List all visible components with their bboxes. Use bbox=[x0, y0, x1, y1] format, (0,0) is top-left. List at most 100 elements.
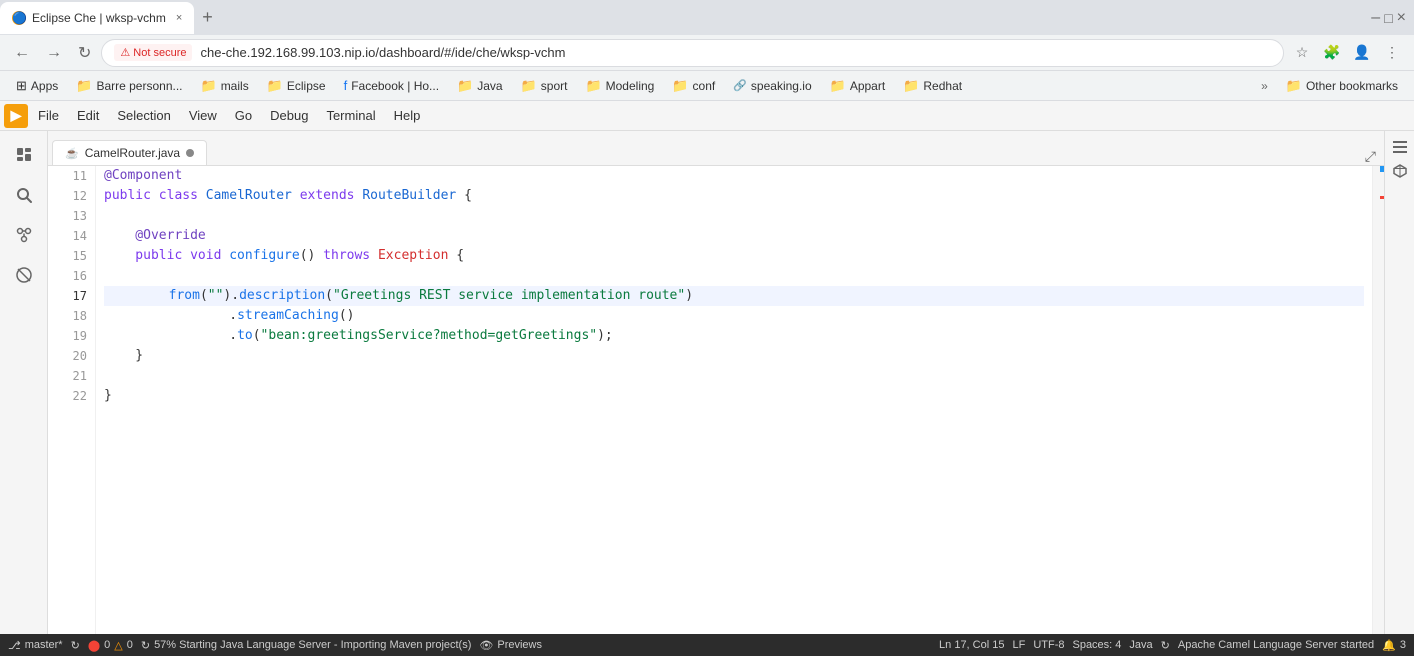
warning-count-label: 0 bbox=[127, 639, 133, 651]
address-bar[interactable]: ⚠ Not secure che-che.192.168.99.103.nip.… bbox=[101, 39, 1284, 67]
editor-tabs: ☕ CamelRouter.java ⤢ bbox=[48, 131, 1384, 166]
charset-indicator[interactable]: UTF-8 bbox=[1033, 639, 1064, 651]
link-icon: 🔗 bbox=[733, 79, 747, 92]
bookmark-conf-label: conf bbox=[693, 79, 716, 93]
folder-icon: 📁 bbox=[585, 78, 601, 94]
git-icon[interactable] bbox=[8, 219, 40, 251]
bookmark-barre[interactable]: 📁 Barre personn... bbox=[68, 75, 190, 97]
star-button[interactable]: ☆ bbox=[1288, 39, 1316, 67]
menu-button[interactable]: ⋮ bbox=[1378, 39, 1406, 67]
bookmark-appart[interactable]: 📁 Appart bbox=[822, 75, 894, 97]
bookmark-sport[interactable]: 📁 sport bbox=[513, 75, 576, 97]
sync-status[interactable]: ↻ bbox=[71, 639, 80, 652]
bookmark-eclipse[interactable]: 📁 Eclipse bbox=[259, 75, 334, 97]
bookmark-apps[interactable]: ⊞ Apps bbox=[8, 75, 66, 97]
line-col-indicator[interactable]: Ln 17, Col 15 bbox=[939, 639, 1004, 651]
other-bookmarks[interactable]: 📁 Other bookmarks bbox=[1278, 75, 1406, 97]
editor-expand-button[interactable]: ⤢ bbox=[1365, 148, 1376, 165]
folder-icon: 📁 bbox=[201, 78, 217, 94]
server-sync: ↻ bbox=[1161, 639, 1170, 652]
bell-icon: 🔔 bbox=[1382, 639, 1396, 652]
bookmark-modeling[interactable]: 📁 Modeling bbox=[577, 75, 662, 97]
other-bookmarks-label: Other bookmarks bbox=[1306, 79, 1398, 93]
explorer-icon[interactable] bbox=[8, 139, 40, 171]
line-ending[interactable]: LF bbox=[1012, 639, 1025, 651]
git-branch-icon: ⎇ bbox=[8, 639, 21, 652]
back-button[interactable]: ← bbox=[8, 40, 36, 66]
status-left: ⎇ master* ↻ ⬤ 0 △ 0 ↻ 57% Starting Java … bbox=[8, 639, 927, 652]
error-count-label: 0 bbox=[104, 639, 110, 651]
git-branch[interactable]: ⎇ master* bbox=[8, 639, 63, 652]
bookmark-facebook[interactable]: f Facebook | Ho... bbox=[336, 75, 447, 96]
language-label: Java bbox=[1129, 639, 1152, 651]
close-window-button[interactable]: × bbox=[1397, 9, 1406, 27]
annotation-component: @Component bbox=[104, 166, 182, 186]
spaces-indicator[interactable]: Spaces: 4 bbox=[1072, 639, 1121, 651]
tab-close-button[interactable]: × bbox=[176, 12, 182, 24]
bookmark-barre-label: Barre personn... bbox=[96, 79, 182, 93]
ide-container: ▶ File Edit Selection View Go Debug Term… bbox=[0, 101, 1414, 634]
bookmark-redhat[interactable]: 📁 Redhat bbox=[895, 75, 970, 97]
menu-edit[interactable]: Edit bbox=[69, 105, 107, 126]
no-plugin-icon[interactable] bbox=[8, 259, 40, 291]
ide-right-sidebar bbox=[1384, 131, 1414, 634]
ide-menu-bar: ▶ File Edit Selection View Go Debug Term… bbox=[0, 101, 1414, 131]
menu-file[interactable]: File bbox=[30, 105, 67, 126]
right-panel-cube-icon[interactable] bbox=[1388, 159, 1412, 183]
git-branch-label: master* bbox=[25, 639, 63, 651]
menu-terminal[interactable]: Terminal bbox=[318, 105, 383, 126]
bookmark-java[interactable]: 📁 Java bbox=[449, 75, 511, 97]
minimize-button[interactable]: – bbox=[1371, 9, 1380, 27]
tab-title: Eclipse Che | wksp-vchm bbox=[32, 11, 166, 25]
warning-icon: △ bbox=[114, 639, 122, 652]
code-line-21 bbox=[104, 366, 1364, 386]
ide-run-indicator[interactable]: ▶ bbox=[4, 104, 28, 128]
right-panel-list-icon[interactable] bbox=[1388, 135, 1412, 159]
folder-icon: 📁 bbox=[903, 78, 919, 94]
scroll-marker-blue bbox=[1380, 166, 1384, 172]
restore-button[interactable]: □ bbox=[1384, 10, 1392, 26]
menu-help[interactable]: Help bbox=[386, 105, 429, 126]
profile-button[interactable]: 👤 bbox=[1348, 39, 1376, 67]
notification-count-label: 3 bbox=[1400, 639, 1406, 651]
code-line-16 bbox=[104, 266, 1364, 286]
new-tab-button[interactable]: + bbox=[194, 7, 221, 28]
bookmark-sport-label: sport bbox=[541, 79, 568, 93]
code-editor[interactable]: @Component public class CamelRouter exte… bbox=[96, 166, 1372, 634]
code-line-11: @Component bbox=[104, 166, 1364, 186]
search-icon[interactable] bbox=[8, 179, 40, 211]
notification-count[interactable]: 🔔 3 bbox=[1382, 639, 1406, 652]
tab-filename: CamelRouter.java bbox=[85, 146, 180, 160]
progress-sync-icon: ↻ bbox=[141, 639, 150, 652]
apps-label: Apps bbox=[31, 79, 58, 93]
language-indicator[interactable]: Java bbox=[1129, 639, 1152, 651]
ide-main: ☕ CamelRouter.java ⤢ 11 12 13 14 15 16 bbox=[0, 131, 1414, 634]
forward-button[interactable]: → bbox=[40, 40, 68, 66]
menu-go[interactable]: Go bbox=[227, 105, 260, 126]
bookmark-speaking[interactable]: 🔗 speaking.io bbox=[725, 76, 819, 96]
bookmark-eclipse-label: Eclipse bbox=[287, 79, 326, 93]
menu-debug[interactable]: Debug bbox=[262, 105, 316, 126]
error-count[interactable]: ⬤ 0 △ 0 bbox=[88, 639, 133, 652]
code-line-14: @Override bbox=[104, 226, 1364, 246]
more-bookmarks-button[interactable]: » bbox=[1253, 76, 1276, 96]
editor-tab-camelrouter[interactable]: ☕ CamelRouter.java bbox=[52, 140, 207, 165]
bookmark-facebook-label: Facebook | Ho... bbox=[351, 79, 439, 93]
extension-button[interactable]: 🧩 bbox=[1318, 39, 1346, 67]
editor-area: ☕ CamelRouter.java ⤢ 11 12 13 14 15 16 bbox=[48, 131, 1384, 634]
menu-view[interactable]: View bbox=[181, 105, 225, 126]
error-icon: ⬤ bbox=[88, 639, 100, 652]
previews-status[interactable]: 👁 Previews bbox=[479, 639, 542, 652]
code-line-20: } bbox=[104, 346, 1364, 366]
menu-selection[interactable]: Selection bbox=[109, 105, 178, 126]
preview-icon: 👁 bbox=[479, 639, 493, 652]
ide-left-sidebar bbox=[0, 131, 48, 634]
editor-content[interactable]: 11 12 13 14 15 16 17 18 19 20 21 22 bbox=[48, 166, 1384, 634]
minimap-scrollbar[interactable] bbox=[1372, 166, 1384, 634]
preview-label: Previews bbox=[497, 639, 542, 651]
active-tab[interactable]: 🔵 Eclipse Che | wksp-vchm × bbox=[0, 2, 194, 34]
line-numbers: 11 12 13 14 15 16 17 18 19 20 21 22 bbox=[48, 166, 96, 634]
refresh-button[interactable]: ↻ bbox=[72, 39, 97, 67]
bookmark-mails[interactable]: 📁 mails bbox=[193, 75, 257, 97]
bookmark-conf[interactable]: 📁 conf bbox=[664, 75, 723, 97]
